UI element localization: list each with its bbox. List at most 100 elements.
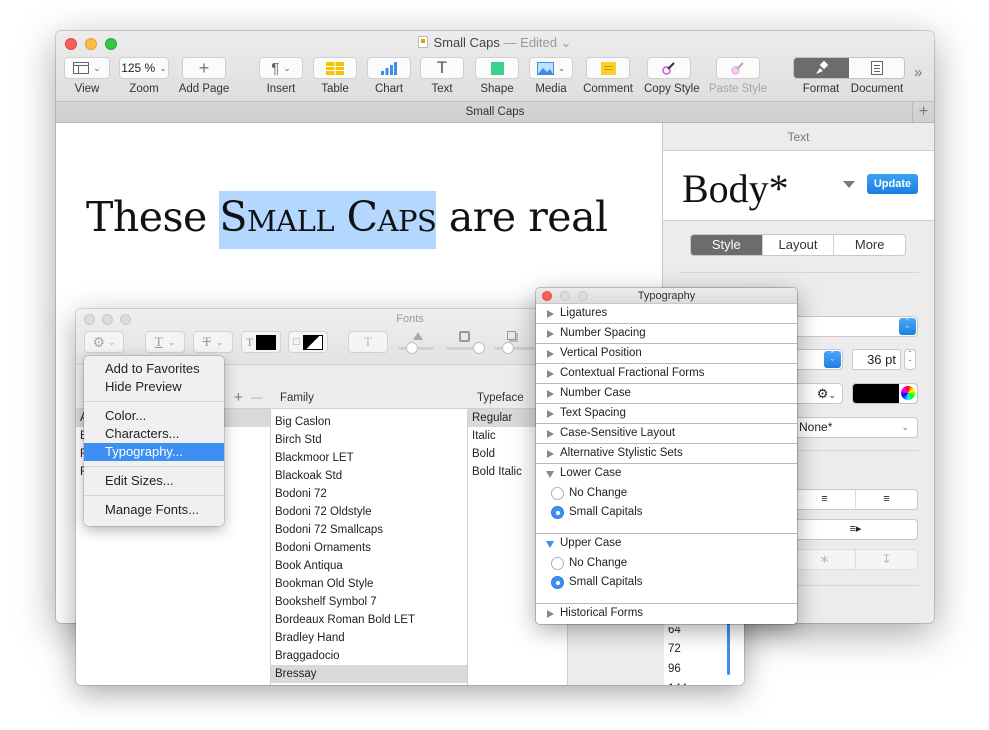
family-item[interactable]: Big Caslon — [271, 413, 467, 431]
feature-contextual-fractional-forms[interactable]: Contextual Fractional Forms — [536, 364, 797, 384]
add-page-button[interactable]: + — [182, 57, 226, 79]
align-bottom-button[interactable]: ↧ — [856, 550, 917, 569]
family-item[interactable]: Bodoni 72 Smallcaps — [271, 521, 467, 539]
format-button[interactable] — [794, 58, 849, 78]
style-menu-caret-icon[interactable] — [843, 181, 855, 188]
family-list[interactable]: Big Caslon Birch Std Blackmoor LET Black… — [271, 409, 468, 685]
feature-number-case[interactable]: Number Case — [536, 384, 797, 404]
tab-more[interactable]: More — [833, 235, 905, 255]
selected-text[interactable]: Small Caps — [219, 191, 437, 249]
toolbar-insert[interactable]: ¶ ⌄ Insert — [259, 57, 303, 95]
window-title[interactable]: Small Caps — Edited ⌄ — [56, 35, 934, 51]
add-collection-button[interactable]: + — [234, 389, 243, 407]
family-item[interactable]: Braggadocio — [271, 647, 467, 665]
feature-text-spacing[interactable]: Text Spacing — [536, 404, 797, 424]
feature-vertical-position[interactable]: Vertical Position — [536, 344, 797, 364]
table-button[interactable] — [313, 57, 357, 79]
family-item[interactable]: Book Antiqua — [271, 557, 467, 575]
character-style-popup[interactable]: None* ⌄ — [793, 417, 918, 438]
menu-manage-fonts[interactable]: Manage Fonts... — [84, 501, 224, 519]
tab-style[interactable]: Style — [691, 235, 762, 255]
family-item[interactable]: Birch Std — [271, 431, 467, 449]
slider-knob[interactable] — [502, 342, 514, 354]
slider-knob[interactable] — [473, 342, 485, 354]
toolbar-media[interactable]: ⌄ Media — [529, 57, 573, 95]
comment-button[interactable] — [586, 57, 630, 79]
lower-case-header[interactable]: Lower Case — [536, 464, 797, 484]
action-gear-button[interactable]: ⚙ ⌄ — [84, 331, 124, 353]
minimize-typography-button[interactable] — [560, 291, 570, 301]
feature-case-sensitive-layout[interactable]: Case-Sensitive Layout — [536, 424, 797, 444]
family-item[interactable]: Bodoni Ornaments — [271, 539, 467, 557]
menu-hide-preview[interactable]: Hide Preview — [84, 378, 224, 396]
upper-case-header[interactable]: Upper Case — [536, 534, 797, 554]
zoom-dropdown[interactable]: 125 % ⌄ — [119, 57, 169, 79]
add-tab-button[interactable]: + — [912, 102, 934, 122]
toolbar-format-document[interactable]: Format Document — [793, 57, 905, 95]
toolbar-zoom[interactable]: 125 % ⌄ Zoom — [119, 57, 169, 95]
insert-button[interactable]: ¶ ⌄ — [259, 57, 303, 79]
family-item[interactable]: Blackmoor LET — [271, 449, 467, 467]
close-typography-button[interactable] — [542, 291, 552, 301]
family-item[interactable]: Bradley Hand — [271, 629, 467, 647]
shadow-opacity-slider[interactable] — [398, 342, 434, 354]
paragraph-style-name[interactable]: Body* — [682, 165, 789, 212]
color-wheel-button[interactable] — [899, 384, 917, 403]
toolbar-chart[interactable]: Chart — [367, 57, 411, 95]
toolbar-overflow-button[interactable]: » — [914, 64, 922, 81]
size-item[interactable]: 96 — [664, 659, 744, 679]
menu-characters[interactable]: Characters... — [84, 425, 224, 443]
toolbar-paste-style[interactable]: Paste Style — [708, 57, 768, 95]
align-right-button[interactable]: ≡ — [794, 490, 856, 509]
align-middle-button[interactable]: ∗ — [794, 550, 856, 569]
view-button[interactable]: ⌄ — [64, 57, 110, 79]
radio-button[interactable] — [551, 487, 564, 500]
indent-button[interactable]: ≡▸ — [793, 519, 918, 540]
toolbar-text[interactable]: T Text — [420, 57, 464, 95]
shape-button[interactable] — [475, 57, 519, 79]
feature-historical-forms[interactable]: Historical Forms — [536, 604, 797, 624]
remove-collection-button[interactable]: — — [251, 389, 263, 407]
font-options-button[interactable]: ⚙⌄ — [793, 383, 843, 404]
update-style-button[interactable]: Update — [867, 174, 918, 194]
shadow-blur-slider[interactable] — [446, 342, 485, 354]
family-item[interactable]: Bookshelf Symbol 7 — [271, 593, 467, 611]
radio-button-selected[interactable] — [551, 576, 564, 589]
font-size-stepper[interactable]: ˆˇ — [904, 349, 916, 370]
toolbar-add-page[interactable]: + Add Page — [178, 57, 230, 95]
strikethrough-button[interactable]: T ⌄ — [193, 331, 233, 353]
family-item[interactable]: Blackoak Std — [271, 467, 467, 485]
lower-case-no-change[interactable]: No Change — [536, 484, 797, 503]
upper-case-no-change[interactable]: No Change — [536, 554, 797, 573]
font-family-popup[interactable]: ˆˇ — [793, 316, 918, 337]
toolbar-table[interactable]: Table — [313, 57, 357, 95]
upper-case-small-capitals[interactable]: Small Capitals — [536, 573, 797, 592]
zoom-typography-button[interactable] — [578, 291, 588, 301]
size-item[interactable]: 144 — [664, 679, 744, 685]
align-justify-button[interactable]: ≡ — [856, 490, 917, 509]
size-scrollbar[interactable] — [727, 619, 730, 675]
tab-small-caps[interactable]: Small Caps — [466, 106, 525, 118]
toolbar-comment[interactable]: Comment — [583, 57, 633, 95]
menu-typography[interactable]: Typography... — [84, 443, 224, 461]
document-color-button[interactable]: □ — [288, 331, 328, 353]
document-button[interactable] — [849, 58, 904, 78]
radio-button-selected[interactable] — [551, 506, 564, 519]
family-item[interactable]: Bordeaux Roman Bold LET — [271, 611, 467, 629]
underline-button[interactable]: T ⌄ — [145, 331, 185, 353]
text-shadow-button[interactable]: T — [348, 331, 388, 353]
typeface-popup[interactable]: ˆˇ — [793, 349, 843, 370]
text-color-button[interactable]: T — [241, 331, 281, 353]
lower-case-small-capitals[interactable]: Small Capitals — [536, 503, 797, 522]
document-text[interactable]: These Small Caps are real — [86, 191, 608, 249]
chart-button[interactable] — [367, 57, 411, 79]
shadow-offset-slider[interactable] — [494, 342, 534, 354]
size-item[interactable]: 64 — [664, 627, 744, 639]
family-item[interactable]: Bodoni 72 — [271, 485, 467, 503]
feature-alternative-stylistic-sets[interactable]: Alternative Stylistic Sets — [536, 444, 797, 464]
tab-layout[interactable]: Layout — [761, 235, 834, 255]
toolbar-shape[interactable]: Shape — [475, 57, 519, 95]
paste-style-button[interactable] — [716, 57, 760, 79]
toolbar-view[interactable]: ⌄ View — [64, 57, 110, 95]
feature-ligatures[interactable]: Ligatures — [536, 304, 797, 324]
